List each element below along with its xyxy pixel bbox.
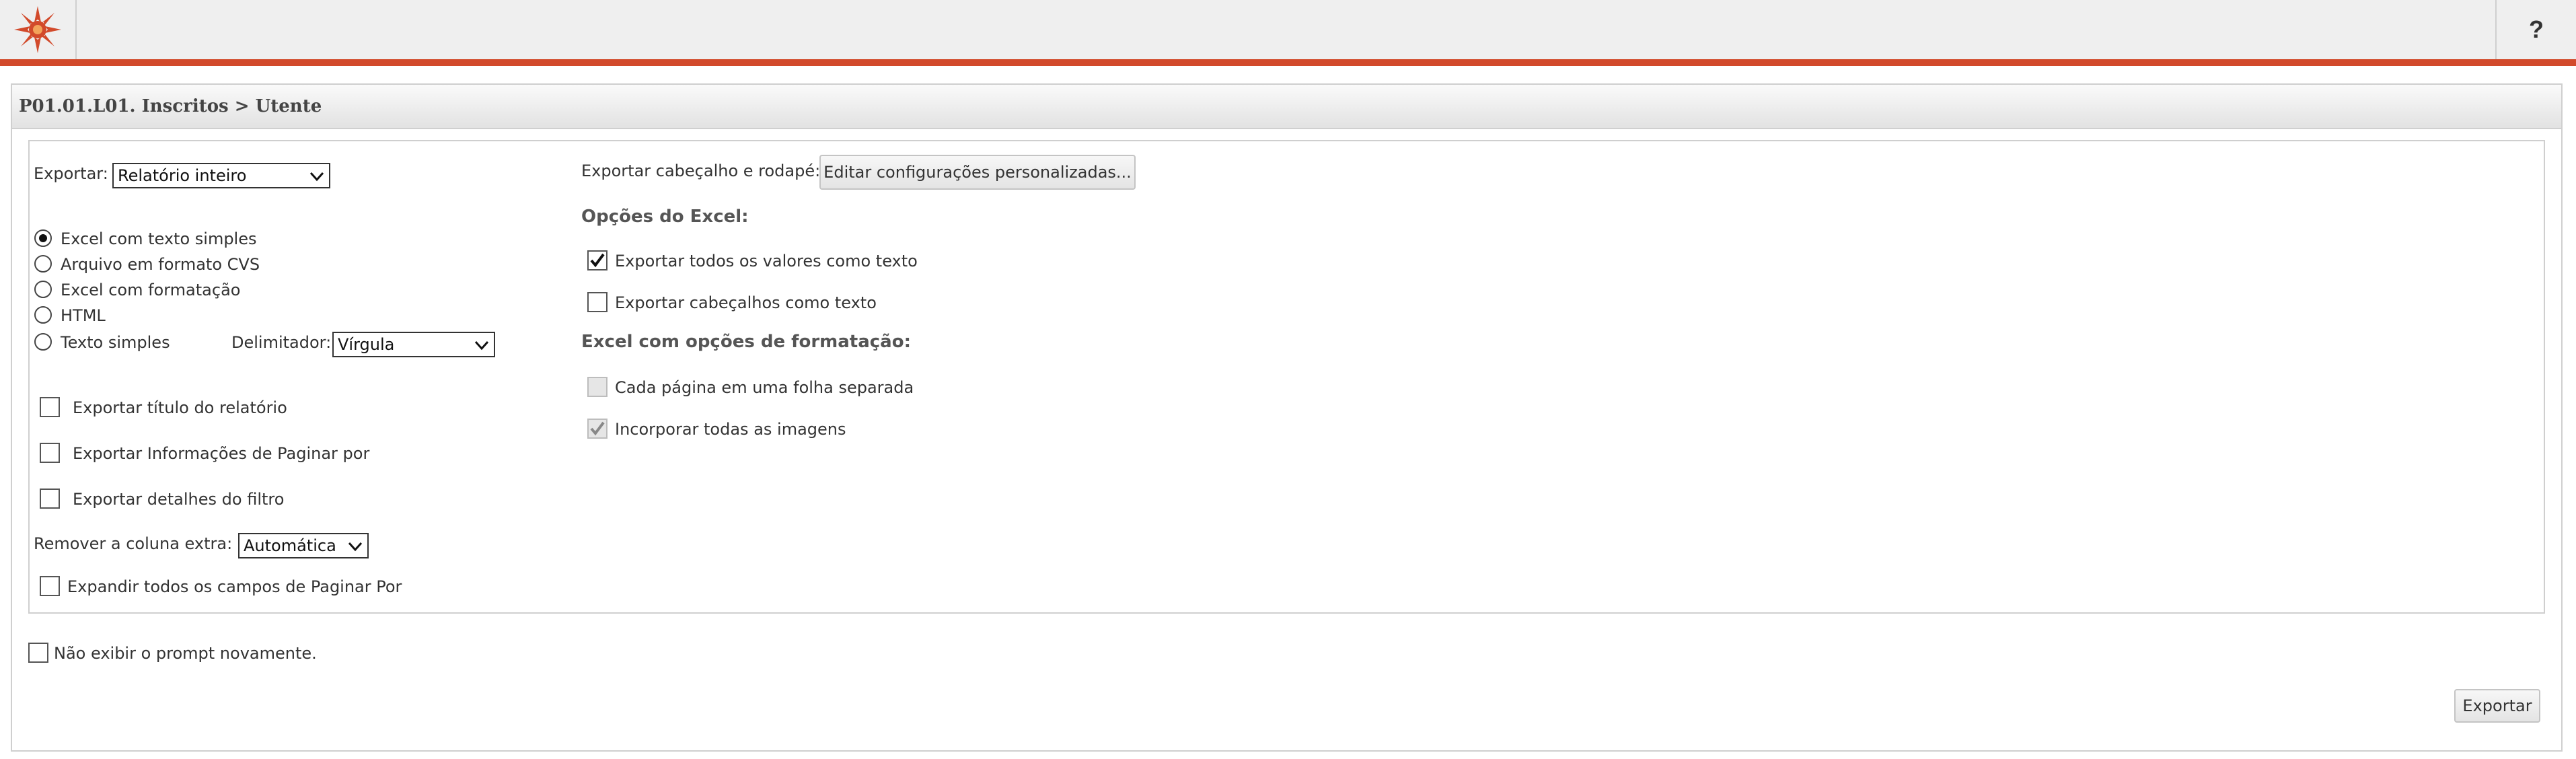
radio-excel-plain-text-label: Excel com texto simples xyxy=(61,229,257,248)
headers-as-text-label: Exportar cabeçalhos como texto xyxy=(615,293,877,312)
radio-plain-text[interactable] xyxy=(34,333,52,351)
export-scope-select[interactable]: Relatório inteiro xyxy=(112,163,330,188)
checkmark-icon xyxy=(590,421,605,436)
export-page-info-checkbox[interactable] xyxy=(40,443,60,463)
expand-all-label: Expandir todos os campos de Paginar Por xyxy=(67,577,402,596)
app-logo[interactable] xyxy=(0,0,77,59)
dont-show-again-label: Não exibir o prompt novamente. xyxy=(54,644,317,663)
export-page-info-label: Exportar Informações de Paginar por xyxy=(73,444,370,463)
sun-logo-icon xyxy=(14,6,61,53)
chevron-down-icon xyxy=(309,172,324,182)
embed-images-checkbox[interactable] xyxy=(587,419,608,439)
export-panel: P01.01.L01. Inscritos > Utente Exportar:… xyxy=(11,83,2563,752)
export-label: Exportar: xyxy=(34,164,108,183)
dont-show-again-checkbox[interactable] xyxy=(28,643,48,663)
all-values-as-text-label: Exportar todos os valores como texto xyxy=(615,252,918,270)
excel-options-title: Opções do Excel: xyxy=(581,207,749,227)
chevron-down-icon xyxy=(348,542,363,552)
embed-images-label: Incorporar todas as imagens xyxy=(615,420,846,439)
export-button[interactable]: Exportar xyxy=(2454,689,2540,723)
export-filter-checkbox[interactable] xyxy=(40,489,60,509)
separate-sheets-label: Cada página em uma folha separada xyxy=(615,378,914,397)
headers-as-text-checkbox[interactable] xyxy=(587,292,608,312)
radio-excel-formatted[interactable] xyxy=(34,281,52,298)
excel-format-options-title: Excel com opções de formatação: xyxy=(581,332,911,352)
export-title-checkbox[interactable] xyxy=(40,397,60,417)
radio-excel-plain-text[interactable] xyxy=(34,229,52,247)
help-button[interactable]: ? xyxy=(2495,0,2576,59)
separate-sheets-checkbox[interactable] xyxy=(587,377,608,397)
export-scope-value: Relatório inteiro xyxy=(118,166,247,185)
edit-custom-settings-button[interactable]: Editar configurações personalizadas... xyxy=(819,155,1136,190)
delimiter-label: Delimitador: xyxy=(231,333,332,352)
export-options-box: Exportar: Relatório inteiro Excel com te… xyxy=(28,140,2545,614)
radio-html[interactable] xyxy=(34,306,52,324)
chevron-down-icon xyxy=(474,340,489,351)
top-bar: ? xyxy=(0,0,2576,66)
remove-column-select[interactable]: Automática xyxy=(238,533,369,558)
panel-title: P01.01.L01. Inscritos > Utente xyxy=(12,85,2561,129)
radio-excel-formatted-label: Excel com formatação xyxy=(61,281,241,299)
radio-csv[interactable] xyxy=(34,255,52,273)
expand-all-checkbox[interactable] xyxy=(40,576,60,596)
header-footer-label: Exportar cabeçalho e rodapé: xyxy=(581,161,821,180)
export-filter-label: Exportar detalhes do filtro xyxy=(73,490,285,509)
all-values-as-text-checkbox[interactable] xyxy=(587,250,608,270)
radio-html-label: HTML xyxy=(61,306,106,325)
export-title-label: Exportar título do relatório xyxy=(73,398,287,417)
delimiter-value: Vírgula xyxy=(338,335,395,354)
remove-column-value: Automática xyxy=(244,536,336,555)
checkmark-icon xyxy=(590,253,605,268)
remove-column-label: Remover a coluna extra: xyxy=(34,534,233,553)
delimiter-select[interactable]: Vírgula xyxy=(332,332,495,357)
radio-plain-text-label: Texto simples xyxy=(61,333,170,352)
radio-csv-label: Arquivo em formato CVS xyxy=(61,255,260,274)
